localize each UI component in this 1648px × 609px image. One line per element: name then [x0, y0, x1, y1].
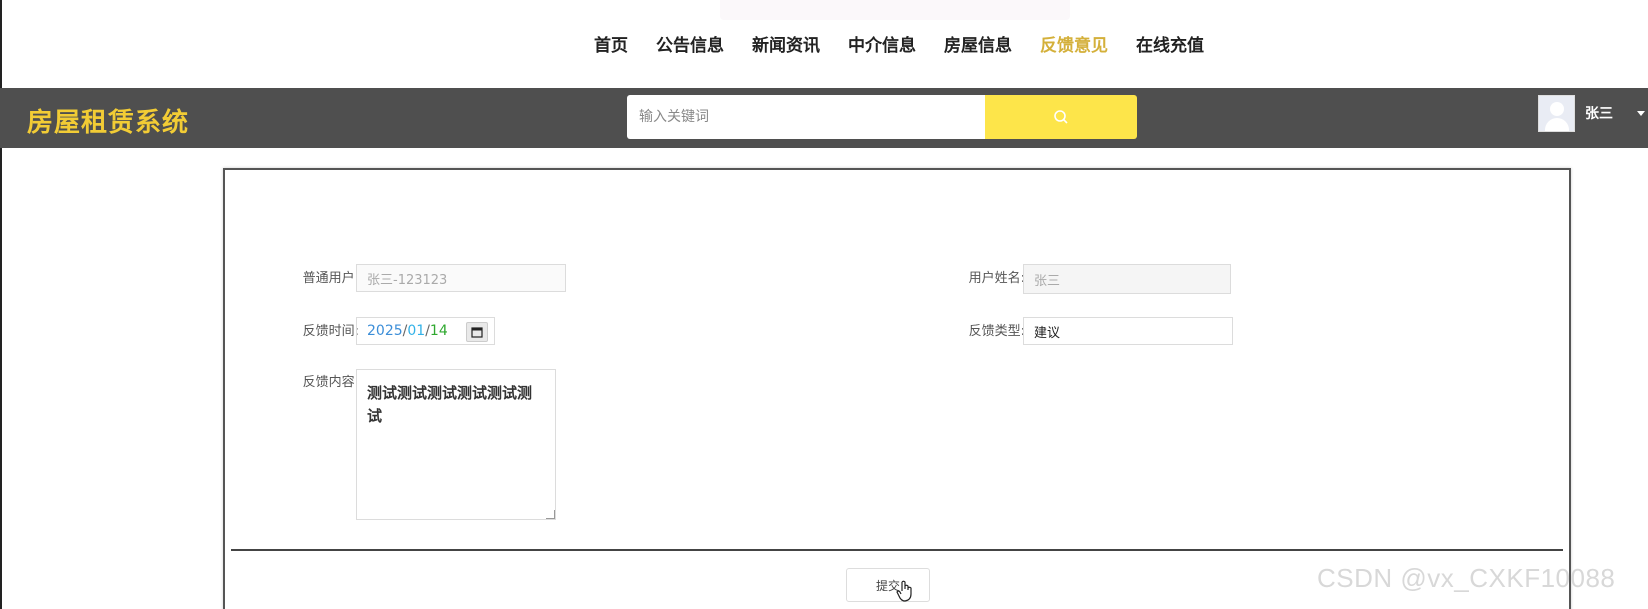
feedback-content-textarea[interactable]: 测试测试测试测试测试测试 — [356, 369, 556, 520]
form-divider — [231, 549, 1563, 551]
header-bar: 房屋租赁系统 张三 — [0, 88, 1648, 148]
site-logo[interactable]: 房屋租赁系统 — [27, 102, 189, 139]
search-button[interactable] — [985, 95, 1137, 139]
nav-item-recharge[interactable]: 在线充值 — [1122, 32, 1218, 60]
chevron-down-icon[interactable] — [1637, 110, 1645, 116]
feedback-type-field[interactable]: 建议 — [1023, 317, 1233, 345]
search-icon — [1054, 110, 1068, 124]
page: 首页 公告信息 新闻资讯 中介信息 房屋信息 反馈意见 在线充值 房屋租赁系统 … — [0, 0, 1648, 609]
user-menu[interactable]: 张三 — [1538, 93, 1645, 133]
watermark: CSDN @vx_CXKF10088 — [1317, 563, 1616, 593]
type-label: 反馈类型: — [968, 324, 1025, 339]
submit-button[interactable]: 提交 — [846, 568, 930, 602]
nav-list: 首页 公告信息 新闻资讯 中介信息 房屋信息 反馈意见 在线充值 — [580, 32, 1218, 60]
resize-handle[interactable] — [546, 510, 555, 519]
date-month[interactable]: 01 — [407, 323, 425, 339]
nav-item-agents[interactable]: 中介信息 — [834, 32, 930, 60]
username-field[interactable]: 张三 — [1023, 264, 1231, 294]
nav-item-houses[interactable]: 房屋信息 — [930, 32, 1026, 60]
search-input[interactable] — [627, 95, 985, 139]
nav-item-announcements[interactable]: 公告信息 — [642, 32, 738, 60]
time-label: 反馈时间: — [302, 324, 359, 339]
feedback-form-card: 普通用户: 张三-123123 用户姓名: 张三 反馈时间: 2025 / 01… — [223, 168, 1571, 609]
nav-item-feedback[interactable]: 反馈意见 — [1026, 32, 1122, 60]
hand-cursor-icon — [896, 580, 912, 602]
date-day[interactable]: 14 — [430, 323, 448, 339]
user-field[interactable]: 张三-123123 — [356, 264, 566, 292]
calendar-icon[interactable] — [466, 322, 488, 342]
avatar[interactable] — [1538, 94, 1575, 132]
content-label: 反馈内容: — [302, 375, 359, 390]
calendar-glyph — [471, 327, 483, 338]
nav-item-home[interactable]: 首页 — [580, 32, 642, 60]
nav-item-news[interactable]: 新闻资讯 — [738, 32, 834, 60]
date-input[interactable]: 2025 / 01 / 14 — [356, 317, 495, 345]
username-label: 用户姓名: — [968, 271, 1025, 286]
date-year[interactable]: 2025 — [367, 323, 403, 339]
top-nav: 首页 公告信息 新闻资讯 中介信息 房屋信息 反馈意见 在线充值 — [0, 0, 1648, 88]
user-name[interactable]: 张三 — [1585, 103, 1613, 123]
user-label: 普通用户: — [302, 271, 359, 286]
search-bar — [627, 95, 1137, 139]
